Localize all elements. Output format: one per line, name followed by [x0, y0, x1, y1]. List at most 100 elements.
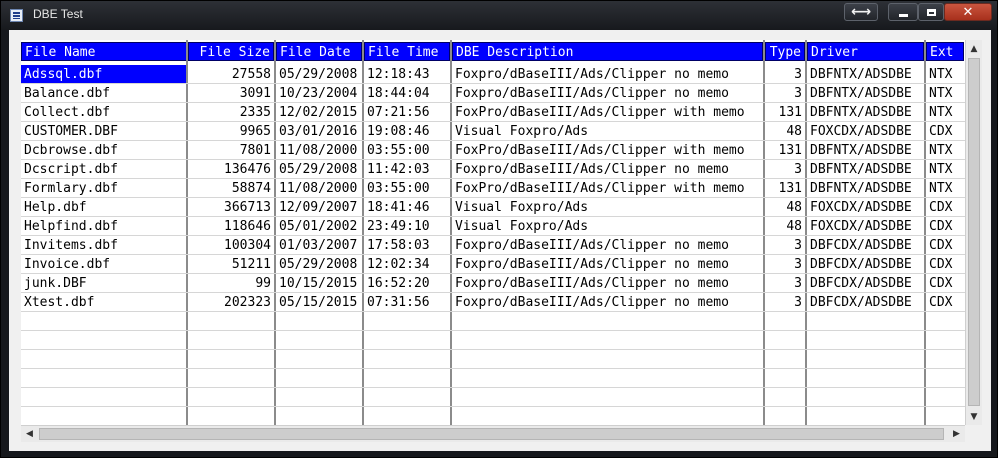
cell-file-size: 9965	[239, 124, 271, 139]
cell-dbe-description: Foxpro/dBaseIII/Ads/Clipper no memo	[455, 162, 729, 177]
column-header-file-name[interactable]: File Name	[21, 42, 187, 61]
cell-ext: NTX	[929, 162, 953, 177]
cell-file-size: 136476	[224, 162, 271, 177]
cell-file-size: 7801	[239, 143, 271, 158]
cell-type: 3	[794, 238, 802, 253]
cell-driver: DBFCDX/ADSDBE	[810, 238, 912, 253]
table-row[interactable]: Dcbrowse.dbf 7801 11/08/2000 03:55:00 FoxPro…	[21, 141, 965, 160]
cell-ext: NTX	[929, 67, 953, 82]
cell-file-time: 03:55:00	[367, 181, 430, 196]
cell-dbe-description: Foxpro/dBaseIII/Ads/Clipper no memo	[455, 257, 729, 272]
row-divider	[21, 254, 965, 255]
column-header-type[interactable]: Type	[765, 42, 805, 61]
cell-file-time: 12:02:34	[367, 257, 430, 272]
cell-file-time: 18:44:04	[367, 86, 430, 101]
table-row[interactable]: Invitems.dbf 100304 01/03/2007 17:58:03 Foxp…	[21, 236, 965, 255]
cell-driver: DBFNTX/ADSDBE	[810, 105, 912, 120]
table-row[interactable]: Xtest.dbf 202323 05/15/2015 07:31:56 Foxpro/…	[21, 293, 965, 312]
cell-file-date: 10/23/2004	[279, 86, 358, 101]
cell-type: 131	[778, 181, 802, 196]
cell-ext: NTX	[929, 181, 953, 196]
grid-header: File Name File Size File Date File Time DBE …	[21, 40, 965, 63]
cell-file-date: 05/29/2008	[279, 162, 358, 177]
cell-file-name: Dcbrowse.dbf	[24, 143, 118, 158]
cell-file-date: 05/29/2008	[279, 67, 358, 82]
row-divider	[21, 330, 965, 331]
table-row[interactable]: Dcscript.dbf 136476 05/29/2008 11:42:03 Foxp…	[21, 160, 965, 179]
cell-file-date: 05/01/2002	[279, 219, 358, 234]
horizontal-scroll-thumb[interactable]	[39, 428, 944, 440]
cell-file-size: 366713	[224, 200, 271, 215]
scrollbar-corner	[965, 425, 982, 442]
cell-file-size: 118646	[224, 219, 271, 234]
row-divider	[21, 83, 965, 84]
table-row[interactable]: Adssql.dbf 27558 05/29/2008 12:18:43 Foxpro/…	[21, 65, 965, 84]
cell-ext: NTX	[929, 143, 953, 158]
column-header-ext[interactable]: Ext	[926, 42, 964, 61]
cell-driver: DBFNTX/ADSDBE	[810, 181, 912, 196]
table-row[interactable]: Collect.dbf 2335 12/02/2015 07:21:56 FoxPro/…	[21, 103, 965, 122]
scroll-down-icon[interactable]: ▼	[966, 408, 982, 425]
table-row[interactable]: junk.DBF 99 10/15/2015 16:52:20 Foxpro/dBase…	[21, 274, 965, 293]
cell-file-size: 51211	[231, 257, 271, 272]
row-divider	[21, 311, 965, 312]
cell-file-size: 2335	[239, 105, 271, 120]
cell-file-name: Collect.dbf	[24, 105, 111, 120]
cell-type: 3	[794, 276, 802, 291]
cell-driver: DBFCDX/ADSDBE	[810, 276, 912, 291]
cell-file-date: 05/15/2015	[279, 295, 358, 310]
cell-file-time: 11:42:03	[367, 162, 430, 177]
cell-file-time: 07:31:56	[367, 295, 430, 310]
cell-file-name: Xtest.dbf	[24, 295, 95, 310]
cell-dbe-description: Foxpro/dBaseIII/Ads/Clipper no memo	[455, 86, 729, 101]
cell-driver: DBFNTX/ADSDBE	[810, 162, 912, 177]
cell-file-time: 19:08:46	[367, 124, 430, 139]
app-list-icon[interactable]	[10, 9, 23, 22]
cell-driver: DBFCDX/ADSDBE	[810, 295, 912, 310]
table-row[interactable]: Help.dbf 366713 12/09/2007 18:41:46 Visual F…	[21, 198, 965, 217]
cell-ext: NTX	[929, 105, 953, 120]
client-area: File Name File Size File Date File Time DBE …	[9, 30, 991, 451]
file-browse-grid[interactable]: File Name File Size File Date File Time DBE …	[21, 40, 965, 425]
cell-file-name: junk.DBF	[24, 276, 87, 291]
scroll-right-icon[interactable]: ▶	[948, 426, 965, 442]
cell-dbe-description: Foxpro/dBaseIII/Ads/Clipper no memo	[455, 238, 729, 253]
cell-file-time: 12:18:43	[367, 67, 430, 82]
vertical-scrollbar[interactable]: ▲ ▼	[965, 40, 982, 425]
column-header-dbe-description[interactable]: DBE Description	[452, 42, 763, 61]
column-header-file-time[interactable]: File Time	[364, 42, 450, 61]
cell-ext: CDX	[929, 124, 953, 139]
row-divider	[21, 216, 965, 217]
close-icon: ✕	[962, 4, 974, 20]
vertical-scroll-thumb[interactable]	[968, 58, 980, 406]
cell-ext: CDX	[929, 200, 953, 215]
scroll-left-icon[interactable]: ◀	[21, 426, 38, 442]
title-bar[interactable]: DBE Test ⟷ ✕	[1, 1, 998, 29]
horizontal-scrollbar[interactable]: ◀ ▶	[21, 425, 965, 442]
cell-driver: FOXCDX/ADSDBE	[810, 124, 912, 139]
cell-file-date: 01/03/2007	[279, 238, 358, 253]
table-row[interactable]: Balance.dbf 3091 10/23/2004 18:44:04 Foxpro/…	[21, 84, 965, 103]
cell-ext: NTX	[929, 86, 953, 101]
table-row[interactable]: Formlary.dbf 58874 11/08/2000 03:55:00 FoxPr…	[21, 179, 965, 198]
cell-type: 3	[794, 86, 802, 101]
minimize-button[interactable]	[888, 3, 918, 21]
column-header-file-size[interactable]: File Size	[188, 42, 274, 61]
column-header-driver[interactable]: Driver	[807, 42, 924, 61]
cell-type: 3	[794, 162, 802, 177]
swap-arrows-button[interactable]: ⟷	[844, 3, 878, 21]
column-header-file-date[interactable]: File Date	[276, 42, 362, 61]
table-row[interactable]: CUSTOMER.DBF 9965 03/01/2016 19:08:46 Visual…	[21, 122, 965, 141]
table-row[interactable]: Helpfind.dbf 118646 05/01/2002 23:49:10 Visu…	[21, 217, 965, 236]
maximize-button[interactable]	[918, 3, 944, 21]
cell-driver: DBFNTX/ADSDBE	[810, 143, 912, 158]
cell-type: 48	[786, 124, 802, 139]
table-row[interactable]: Invoice.dbf 51211 05/29/2008 12:02:34 Foxpro…	[21, 255, 965, 274]
row-divider	[21, 178, 965, 179]
cell-type: 131	[778, 105, 802, 120]
cell-file-date: 03/01/2016	[279, 124, 358, 139]
row-divider	[21, 349, 965, 350]
row-divider	[21, 140, 965, 141]
close-button[interactable]: ✕	[944, 3, 992, 21]
scroll-up-icon[interactable]: ▲	[966, 40, 982, 57]
